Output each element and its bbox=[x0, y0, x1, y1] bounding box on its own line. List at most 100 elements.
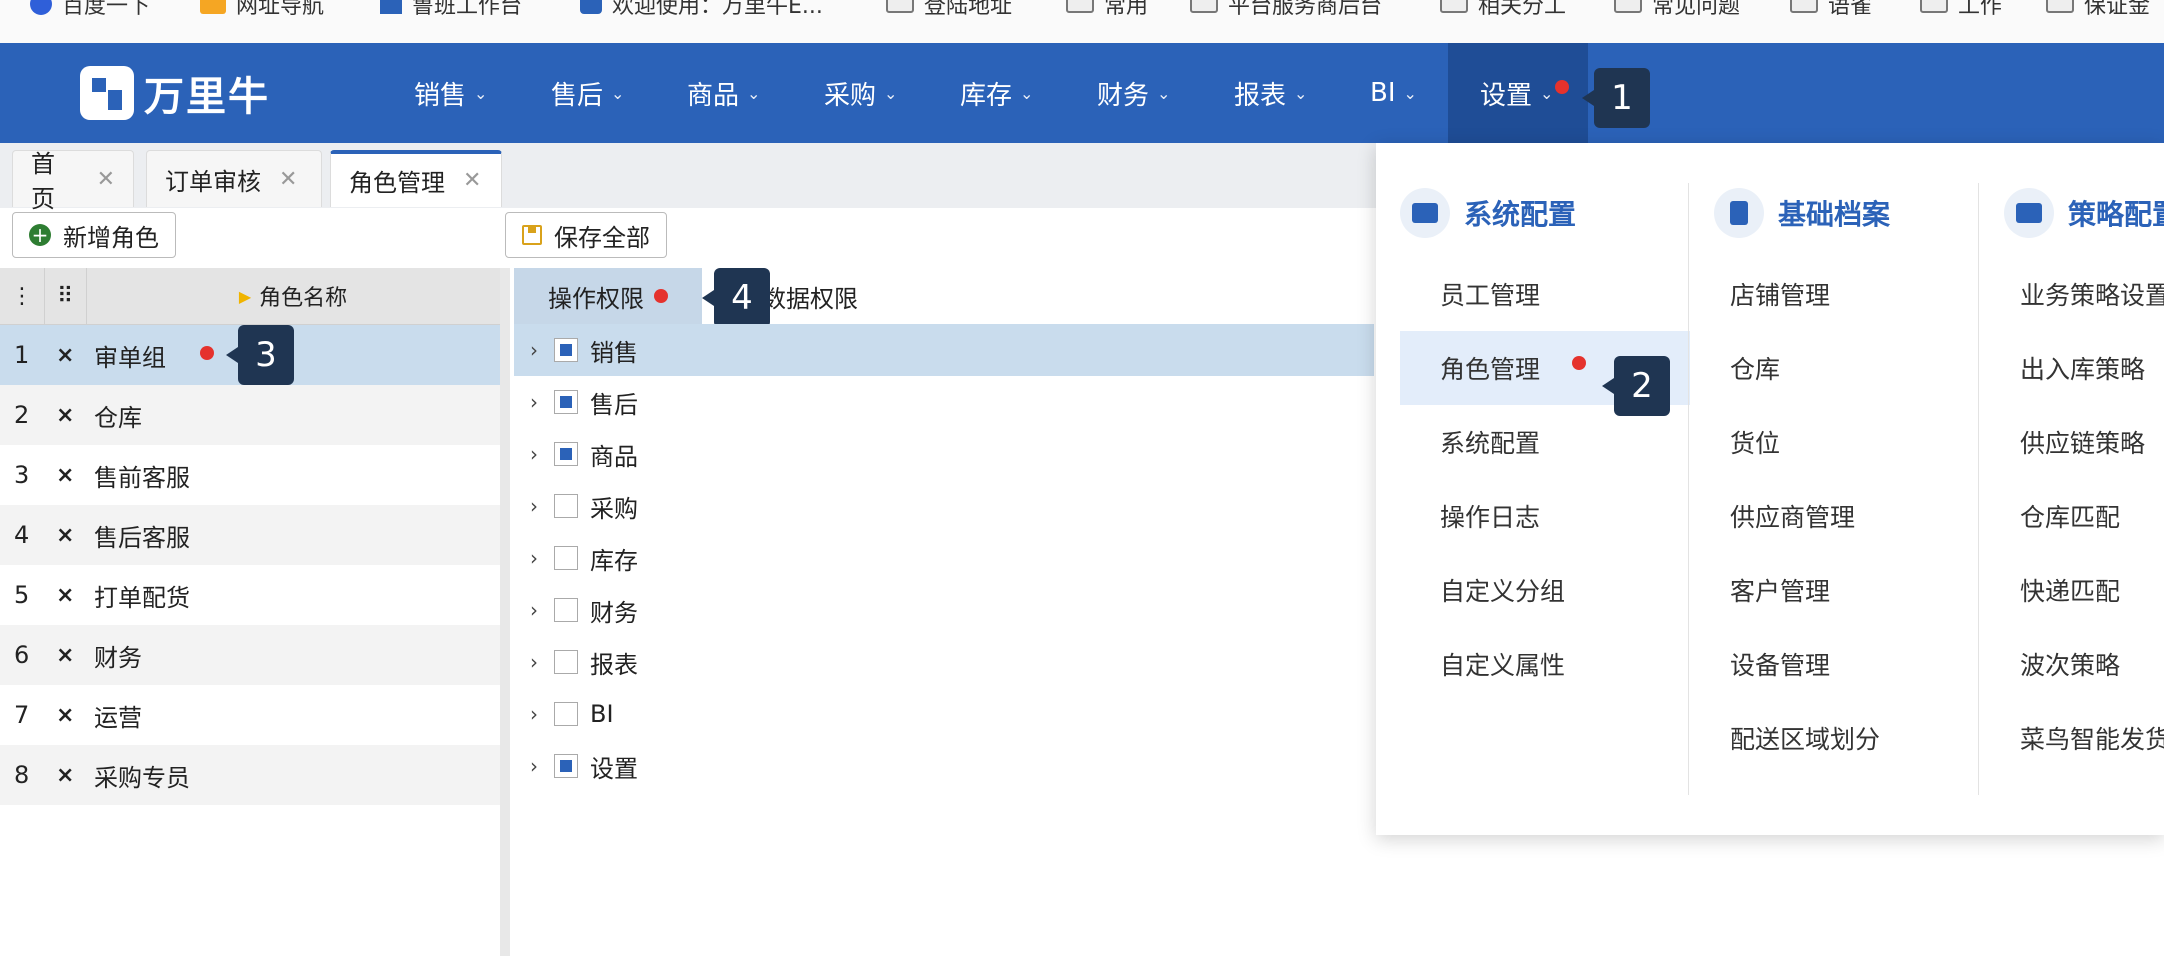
table-row[interactable]: 7 × 运营 bbox=[0, 685, 500, 745]
menu-business-strategy[interactable]: 业务策略设置 bbox=[2004, 257, 2164, 331]
checkbox[interactable] bbox=[554, 546, 578, 570]
chevron-right-icon[interactable]: › bbox=[514, 754, 554, 778]
tab-operation-permission[interactable]: 操作权限 bbox=[514, 268, 702, 324]
menu-custom-group[interactable]: 自定义分组 bbox=[1400, 553, 1690, 627]
chevron-right-icon[interactable]: › bbox=[514, 338, 554, 362]
menu-supply-chain-strategy[interactable]: 供应链策略 bbox=[2004, 405, 2164, 479]
tree-node-reports[interactable]: › 报表 bbox=[514, 636, 1374, 688]
column-menu-icon[interactable]: ⋮ bbox=[0, 268, 45, 324]
panel-splitter[interactable] bbox=[500, 268, 510, 956]
tree-node-bi[interactable]: › BI bbox=[514, 688, 1374, 740]
section-title-basic: 基础档案 bbox=[1714, 183, 1984, 243]
nav-inventory[interactable]: 库存 ⌄ bbox=[960, 43, 1033, 143]
bookmark-yuque[interactable]: 语雀 bbox=[1790, 0, 1872, 20]
delete-icon[interactable]: × bbox=[56, 745, 74, 805]
checkbox[interactable] bbox=[554, 338, 578, 362]
bookmark-faq[interactable]: 常见问题 bbox=[1614, 0, 1740, 20]
tab-role-management[interactable]: 角色管理 ✕ bbox=[330, 150, 502, 207]
checkbox[interactable] bbox=[554, 442, 578, 466]
table-row[interactable]: 6 × 财务 bbox=[0, 625, 500, 685]
save-all-button[interactable]: 保存全部 bbox=[505, 212, 667, 258]
table-row[interactable]: 8 × 采购专员 bbox=[0, 745, 500, 805]
checkbox[interactable] bbox=[554, 754, 578, 778]
archive-icon bbox=[1714, 188, 1764, 238]
column-role-name[interactable]: ▶ 角色名称 bbox=[86, 268, 500, 324]
checkbox[interactable] bbox=[554, 598, 578, 622]
bookmark-platform[interactable]: 平台服务商后台 bbox=[1190, 0, 1382, 20]
chevron-right-icon[interactable]: › bbox=[514, 494, 554, 518]
tree-node-inventory[interactable]: › 库存 bbox=[514, 532, 1374, 584]
menu-store-management[interactable]: 店铺管理 bbox=[1714, 257, 1984, 331]
delete-icon[interactable]: × bbox=[56, 385, 74, 445]
delete-icon[interactable]: × bbox=[56, 325, 74, 385]
menu-system-config[interactable]: 系统配置 bbox=[1400, 405, 1690, 479]
nav-products[interactable]: 商品 ⌄ bbox=[687, 43, 760, 143]
nav-aftersales[interactable]: 售后 ⌄ bbox=[551, 43, 624, 143]
delete-icon[interactable]: × bbox=[56, 505, 74, 565]
menu-delivery-zones[interactable]: 配送区域划分 bbox=[1714, 701, 1984, 775]
close-icon[interactable]: ✕ bbox=[279, 167, 297, 192]
menu-warehouse[interactable]: 仓库 bbox=[1714, 331, 1984, 405]
folder-icon bbox=[2046, 0, 2074, 13]
nav-reports[interactable]: 报表 ⌄ bbox=[1234, 43, 1307, 143]
chevron-right-icon[interactable]: › bbox=[514, 650, 554, 674]
chevron-right-icon[interactable]: › bbox=[514, 702, 554, 726]
table-row[interactable]: 4 × 售后客服 bbox=[0, 505, 500, 565]
table-row[interactable]: 5 × 打单配货 bbox=[0, 565, 500, 625]
menu-device-management[interactable]: 设备管理 bbox=[1714, 627, 1984, 701]
nav-settings[interactable]: 设置 ⌄ bbox=[1448, 43, 1588, 143]
chevron-right-icon[interactable]: › bbox=[514, 598, 554, 622]
table-row[interactable]: 3 × 售前客服 bbox=[0, 445, 500, 505]
checkbox[interactable] bbox=[554, 390, 578, 414]
delete-icon[interactable]: × bbox=[56, 685, 74, 745]
bookmark-common[interactable]: 常用 bbox=[1066, 0, 1148, 20]
close-icon[interactable]: ✕ bbox=[97, 167, 115, 192]
chevron-right-icon[interactable]: › bbox=[514, 442, 554, 466]
checkbox[interactable] bbox=[554, 702, 578, 726]
menu-wave-strategy[interactable]: 波次策略 bbox=[2004, 627, 2164, 701]
menu-cainiao-delivery[interactable]: 菜鸟智能发货 bbox=[2004, 701, 2164, 775]
tab-order-review[interactable]: 订单审核 ✕ bbox=[146, 150, 322, 207]
tree-node-sales[interactable]: › 销售 bbox=[514, 324, 1374, 376]
delete-icon[interactable]: × bbox=[56, 625, 74, 685]
bookmark-luban[interactable]: 鲁班工作台 bbox=[380, 0, 522, 20]
luban-icon bbox=[380, 0, 402, 14]
menu-warehouse-matching[interactable]: 仓库匹配 bbox=[2004, 479, 2164, 553]
brand-logo[interactable]: 万里牛 bbox=[80, 63, 270, 123]
menu-supplier-management[interactable]: 供应商管理 bbox=[1714, 479, 1984, 553]
menu-express-matching[interactable]: 快递匹配 bbox=[2004, 553, 2164, 627]
nav-purchase[interactable]: 采购 ⌄ bbox=[824, 43, 897, 143]
add-role-button[interactable]: + 新增角色 bbox=[12, 212, 176, 258]
nav-finance[interactable]: 财务 ⌄ bbox=[1097, 43, 1170, 143]
menu-custom-attribute[interactable]: 自定义属性 bbox=[1400, 627, 1690, 701]
bookmark-division[interactable]: 相关分工 bbox=[1440, 0, 1566, 20]
nav-bi[interactable]: BI ⌄ bbox=[1370, 43, 1417, 143]
nav-sales[interactable]: 销售 ⌄ bbox=[414, 43, 487, 143]
checkbox[interactable] bbox=[554, 494, 578, 518]
menu-operation-log[interactable]: 操作日志 bbox=[1400, 479, 1690, 553]
tree-node-finance[interactable]: › 财务 bbox=[514, 584, 1374, 636]
menu-employee-management[interactable]: 员工管理 bbox=[1400, 257, 1690, 331]
table-row[interactable]: 2 × 仓库 bbox=[0, 385, 500, 445]
bookmark-nav[interactable]: 网址导航 bbox=[200, 0, 324, 20]
grid-icon[interactable]: ⠿ bbox=[44, 268, 87, 324]
tree-node-purchase[interactable]: › 采购 bbox=[514, 480, 1374, 532]
delete-icon[interactable]: × bbox=[56, 445, 74, 505]
bookmark-deposit[interactable]: 保证金 bbox=[2046, 0, 2150, 20]
bookmark-baidu[interactable]: 百度一下 bbox=[30, 0, 150, 20]
menu-storage-location[interactable]: 货位 bbox=[1714, 405, 1984, 479]
tab-home[interactable]: 首页 ✕ bbox=[12, 150, 134, 213]
tree-node-settings[interactable]: › 设置 bbox=[514, 740, 1374, 792]
tree-node-products[interactable]: › 商品 bbox=[514, 428, 1374, 480]
menu-customer-management[interactable]: 客户管理 bbox=[1714, 553, 1984, 627]
bookmark-work[interactable]: 工作 bbox=[1920, 0, 2002, 20]
bookmark-login[interactable]: 登陆地址 bbox=[886, 0, 1012, 20]
menu-inout-strategy[interactable]: 出入库策略 bbox=[2004, 331, 2164, 405]
delete-icon[interactable]: × bbox=[56, 565, 74, 625]
chevron-right-icon[interactable]: › bbox=[514, 546, 554, 570]
checkbox[interactable] bbox=[554, 650, 578, 674]
close-icon[interactable]: ✕ bbox=[463, 168, 481, 193]
bookmark-wanliniu[interactable]: 欢迎使用：万里牛E... bbox=[580, 0, 823, 20]
chevron-right-icon[interactable]: › bbox=[514, 390, 554, 414]
tree-node-aftersales[interactable]: › 售后 bbox=[514, 376, 1374, 428]
